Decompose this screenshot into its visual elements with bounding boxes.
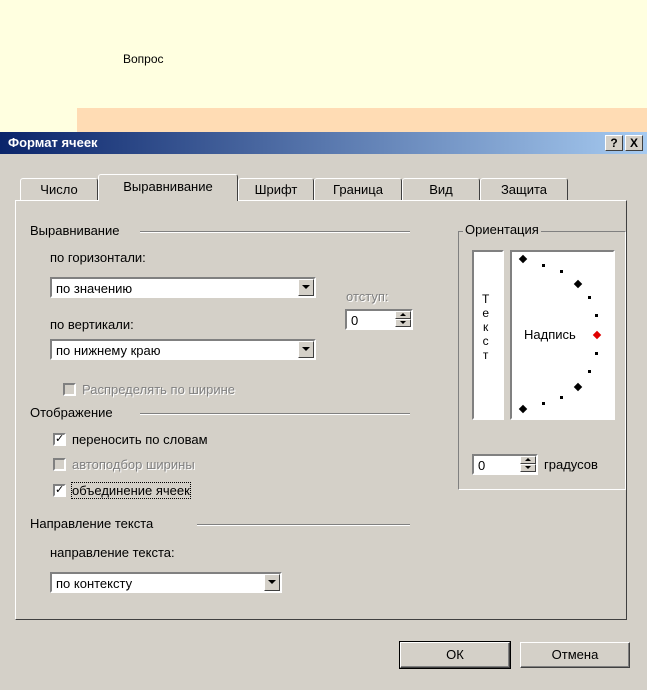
vertical-text-sample: Т е к с т [482,292,489,362]
horizontal-label: по горизонтали: [50,250,146,265]
indent-label: отступ: [346,289,389,304]
orientation-sample-text: Надпись [524,327,576,342]
vertical-label: по вертикали: [50,317,134,332]
orientation-group-label: Ориентация [463,222,541,237]
vertical-select[interactable]: по нижнему краю [50,339,316,360]
angle-dot [542,264,545,267]
direction-select[interactable]: по контексту [50,572,282,593]
direction-divider [197,524,410,526]
angle-dot [560,270,563,273]
display-group-label: Отображение [30,405,113,420]
justify-distributed-label: Распределять по ширине [82,382,236,397]
wrap-text-label[interactable]: переносить по словам [72,432,208,447]
vertical-text-char: т [482,348,489,362]
angle-dot [588,370,591,373]
angle-dot [542,402,545,405]
display-divider [140,413,410,415]
alignment-group-label: Выравнивание [30,223,120,238]
direction-label: направление текста: [50,545,175,560]
tab-font[interactable]: Шрифт [238,178,314,200]
ok-button[interactable]: ОК [399,641,511,669]
vertical-select-value: по нижнему краю [56,343,161,358]
tab-view[interactable]: Вид [402,178,480,200]
merge-cells-checkbox[interactable]: ✓ [53,484,66,497]
direction-select-value: по контексту [56,576,133,591]
tab-number[interactable]: Число [20,178,98,200]
sheet-cell-text: Вопрос [123,52,164,66]
merge-cells-label[interactable]: объединение ячеек [71,482,191,499]
dialog-title: Формат ячеек [8,135,98,150]
chevron-down-icon[interactable] [298,279,314,296]
close-button[interactable]: X [625,135,643,151]
indent-spinner[interactable]: 0 [345,309,413,330]
sheet-highlight-row [77,108,647,132]
vertical-text-char: Т [482,292,490,306]
angle-dot [595,314,598,317]
tab-border[interactable]: Граница [314,178,402,200]
cancel-button[interactable]: Отмена [520,642,630,668]
spin-up-icon[interactable] [395,311,411,319]
spin-down-icon[interactable] [395,319,411,327]
indent-value: 0 [351,313,359,328]
justify-distributed-checkbox [63,383,76,396]
vertical-text-char: е [482,306,490,320]
horizontal-select-value: по значению [56,281,133,296]
alignment-divider [140,231,410,233]
angle-dot [595,352,598,355]
chevron-down-icon[interactable] [264,574,280,591]
wrap-text-checkbox[interactable]: ✓ [53,433,66,446]
direction-group-label: Направление текста [30,516,154,531]
vertical-text-char: с [482,334,489,348]
angle-dot [560,396,563,399]
degrees-value: 0 [478,458,486,473]
shrink-to-fit-label: автоподбор ширины [72,457,195,472]
angle-dot [588,296,591,299]
vertical-text-char: к [483,320,489,334]
spin-up-icon[interactable] [520,456,536,464]
degrees-label: градусов [544,457,598,472]
chevron-down-icon[interactable] [298,341,314,358]
horizontal-select[interactable]: по значению [50,277,316,298]
shrink-to-fit-checkbox [53,458,66,471]
tab-protection[interactable]: Защита [480,178,568,200]
help-button[interactable]: ? [605,135,623,151]
degrees-spinner[interactable]: 0 [472,454,538,475]
tab-alignment[interactable]: Выравнивание [98,174,238,201]
spin-down-icon[interactable] [520,464,536,472]
